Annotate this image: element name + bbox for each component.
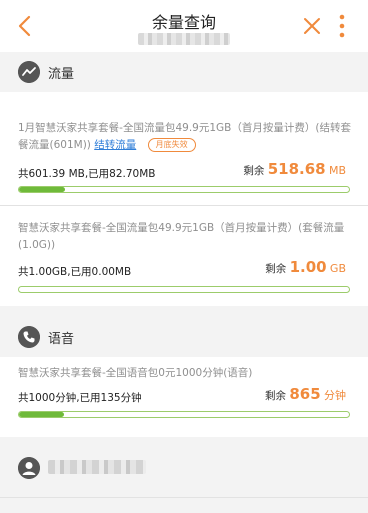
phone-icon: [18, 326, 40, 348]
remaining-value: 518.68: [267, 160, 326, 178]
carryover-link[interactable]: 结转流量: [94, 139, 136, 151]
usage-progress-bar: [18, 186, 350, 193]
chart-icon: [18, 61, 40, 83]
remaining-unit: GB: [329, 262, 346, 275]
usage-progress-fill: [19, 412, 64, 417]
top-bar: 余量查询: [0, 0, 368, 52]
voice-packages-card: 智慧沃家共享套餐-全国语音包0元1000分钟(语音) 共1000分钟,已用135…: [0, 357, 368, 437]
more-options-icon[interactable]: [336, 13, 348, 39]
divider: [0, 497, 368, 498]
remaining-amount: 剩余 518.68 MB: [243, 160, 346, 178]
usage-progress-bar: [18, 411, 350, 418]
usage-progress-fill: [19, 187, 66, 192]
remaining-amount: 剩余 1.00 GB: [265, 258, 346, 276]
remaining-amount: 剩余 865 分钟: [265, 385, 346, 403]
remaining-unit: MB: [328, 164, 346, 177]
package-name: 智慧沃家共享套餐-全国语音包0元1000分钟(语音): [18, 367, 253, 379]
blurred-account-name: [48, 460, 146, 474]
package-name: 智慧沃家共享套餐-全国流量包49.9元1GB（首月按量计费）(套餐流量(1.0G…: [18, 222, 345, 251]
usage-progress-bar: [18, 286, 350, 293]
section-label-voice: 语音: [48, 332, 75, 347]
data-packages-card: 1月智慧沃家共享套餐-全国流量包49.9元1GB（首月按量计费）(结转套餐流量(…: [0, 92, 368, 306]
remaining-value: 865: [289, 385, 321, 403]
section-header-data: 流量: [0, 53, 368, 91]
section-label-data: 流量: [48, 67, 75, 82]
person-icon: [18, 457, 40, 479]
package-name: 1月智慧沃家共享套餐-全国流量包49.9元1GB（首月按量计费）(结转套餐流量(…: [18, 122, 351, 152]
section-header-voice: 语音: [0, 318, 368, 356]
usage-text: 共1000分钟,已用135分钟: [18, 392, 142, 404]
remaining-unit: 分钟: [324, 389, 346, 402]
usage-text: 共1.00GB,已用0.00MB: [18, 266, 132, 278]
usage-text: 共601.39 MB,已用82.70MB: [18, 168, 156, 180]
blurred-phone-number: [138, 33, 230, 45]
divider: [0, 205, 368, 206]
expiry-badge: 月底失效: [147, 138, 196, 152]
close-icon[interactable]: [302, 16, 322, 36]
remaining-value: 1.00: [289, 258, 327, 276]
